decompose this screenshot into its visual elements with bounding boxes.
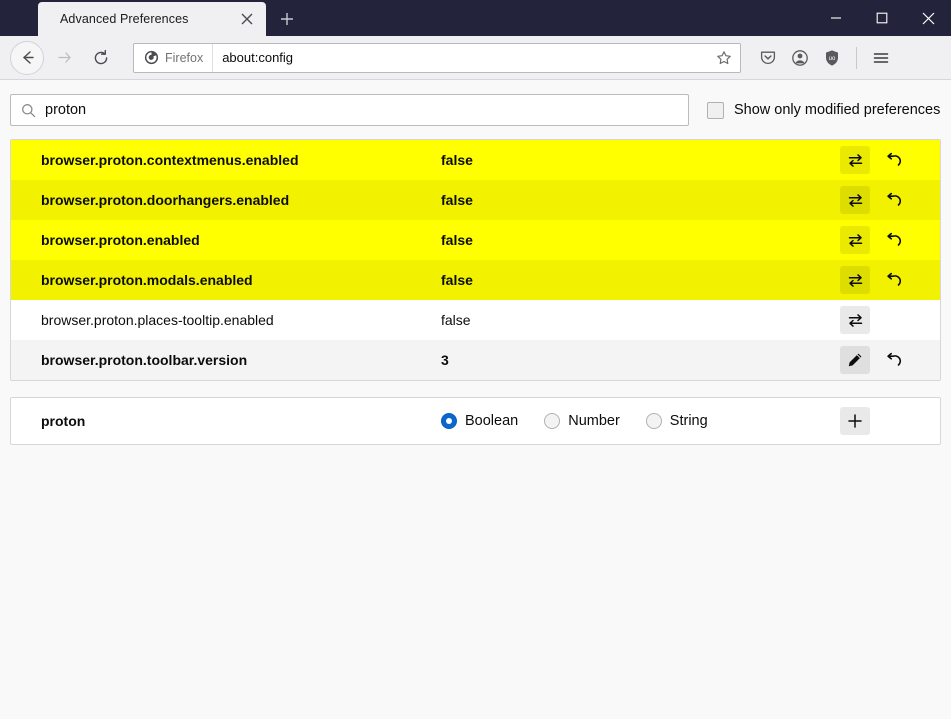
radio-number-label: Number xyxy=(568,413,620,429)
address-bar[interactable]: Firefox about:config xyxy=(133,42,741,73)
radio-string-label: String xyxy=(669,413,708,429)
toggle-button[interactable] xyxy=(840,146,870,174)
new-tab-button[interactable] xyxy=(268,2,306,36)
table-row[interactable]: browser.proton.toolbar.version 3 xyxy=(11,340,940,380)
toggle-button[interactable] xyxy=(840,226,870,254)
table-row[interactable]: browser.proton.enabled false xyxy=(11,220,940,260)
toggle-button[interactable] xyxy=(840,266,870,294)
preferences-table: browser.proton.contextmenus.enabled fals… xyxy=(10,139,941,381)
about-config-page: proton Show only modified preferences br… xyxy=(0,80,951,719)
tab-strip: Advanced Preferences xyxy=(0,0,306,36)
identity-label: Firefox xyxy=(165,50,204,65)
pref-name: browser.proton.contextmenus.enabled xyxy=(41,152,299,168)
ublock-origin-icon[interactable]: uo xyxy=(817,43,847,73)
radio-boolean[interactable]: Boolean xyxy=(441,413,518,429)
toolbar-icon-group: uo xyxy=(753,43,896,73)
pref-name: browser.proton.enabled xyxy=(41,232,200,248)
reset-button[interactable] xyxy=(878,226,908,254)
firefox-logo-icon xyxy=(144,50,159,65)
pref-actions xyxy=(840,186,940,214)
radio-string-indicator[interactable] xyxy=(645,413,662,429)
tab-title: Advanced Preferences xyxy=(60,12,189,26)
close-window-button[interactable] xyxy=(905,0,951,36)
pref-actions xyxy=(840,346,940,374)
add-preference-panel: proton Boolean Number String xyxy=(10,397,941,445)
pref-name: browser.proton.toolbar.version xyxy=(41,352,248,368)
show-modified-filter[interactable]: Show only modified preferences xyxy=(707,101,941,119)
identity-box[interactable]: Firefox xyxy=(134,43,214,72)
app-menu-icon[interactable] xyxy=(866,43,896,73)
radio-boolean-label: Boolean xyxy=(465,413,519,429)
toggle-button[interactable] xyxy=(840,186,870,214)
pref-actions xyxy=(840,306,940,334)
toggle-button[interactable] xyxy=(840,306,870,334)
search-row: proton Show only modified preferences xyxy=(10,94,941,126)
radio-boolean-indicator[interactable] xyxy=(441,413,457,429)
pref-actions xyxy=(840,146,940,174)
pref-value: false xyxy=(441,232,473,248)
pref-value: false xyxy=(441,312,471,328)
search-value: proton xyxy=(45,102,87,118)
pref-name: browser.proton.doorhangers.enabled xyxy=(41,192,290,208)
tab-advanced-preferences[interactable]: Advanced Preferences xyxy=(38,2,266,36)
show-modified-label: Show only modified preferences xyxy=(734,102,941,118)
toolbar-separator xyxy=(856,46,857,69)
browser-window: Advanced Preferences Firefox about:confi… xyxy=(0,0,951,719)
pref-actions xyxy=(840,266,940,294)
window-controls xyxy=(813,0,951,36)
add-preference-row: proton Boolean Number String xyxy=(11,398,940,444)
navigation-toolbar: Firefox about:config uo xyxy=(0,36,951,80)
new-pref-name: proton xyxy=(41,413,86,429)
pref-value: 3 xyxy=(441,352,449,368)
edit-pencil-icon[interactable] xyxy=(840,346,870,374)
reset-button[interactable] xyxy=(878,146,908,174)
search-icon xyxy=(21,103,36,118)
pref-value: false xyxy=(441,272,473,288)
radio-number-indicator[interactable] xyxy=(544,413,561,429)
search-input[interactable]: proton xyxy=(10,94,689,126)
bookmark-star-icon[interactable] xyxy=(710,44,738,72)
add-actions xyxy=(840,407,940,435)
pocket-icon[interactable] xyxy=(753,43,783,73)
pref-name: browser.proton.modals.enabled xyxy=(41,272,253,288)
reload-button[interactable] xyxy=(84,41,118,75)
radio-string[interactable]: String xyxy=(645,413,708,429)
table-row[interactable]: browser.proton.modals.enabled false xyxy=(11,260,940,300)
table-row[interactable]: browser.proton.places-tooltip.enabled fa… xyxy=(11,300,940,340)
maximize-button[interactable] xyxy=(859,0,905,36)
reset-button[interactable] xyxy=(878,266,908,294)
back-button[interactable] xyxy=(10,40,44,75)
reset-button[interactable] xyxy=(878,186,908,214)
svg-text:uo: uo xyxy=(829,56,836,62)
forward-button xyxy=(47,41,81,75)
close-tab-icon[interactable] xyxy=(234,6,260,32)
pref-value: false xyxy=(441,192,473,208)
minimize-button[interactable] xyxy=(813,0,859,36)
pref-actions xyxy=(840,226,940,254)
pref-value: false xyxy=(441,152,473,168)
table-row[interactable]: browser.proton.doorhangers.enabled false xyxy=(11,180,940,220)
pref-name: browser.proton.places-tooltip.enabled xyxy=(41,312,274,328)
show-modified-checkbox[interactable] xyxy=(707,101,724,119)
radio-number[interactable]: Number xyxy=(544,413,620,429)
title-bar: Advanced Preferences xyxy=(0,0,951,36)
reset-button[interactable] xyxy=(878,346,908,374)
table-row[interactable]: browser.proton.contextmenus.enabled fals… xyxy=(11,140,940,180)
new-pref-type-group: Boolean Number String xyxy=(441,413,840,429)
url-text: about:config xyxy=(222,50,294,65)
add-preference-button[interactable] xyxy=(840,407,870,435)
account-icon[interactable] xyxy=(785,43,815,73)
